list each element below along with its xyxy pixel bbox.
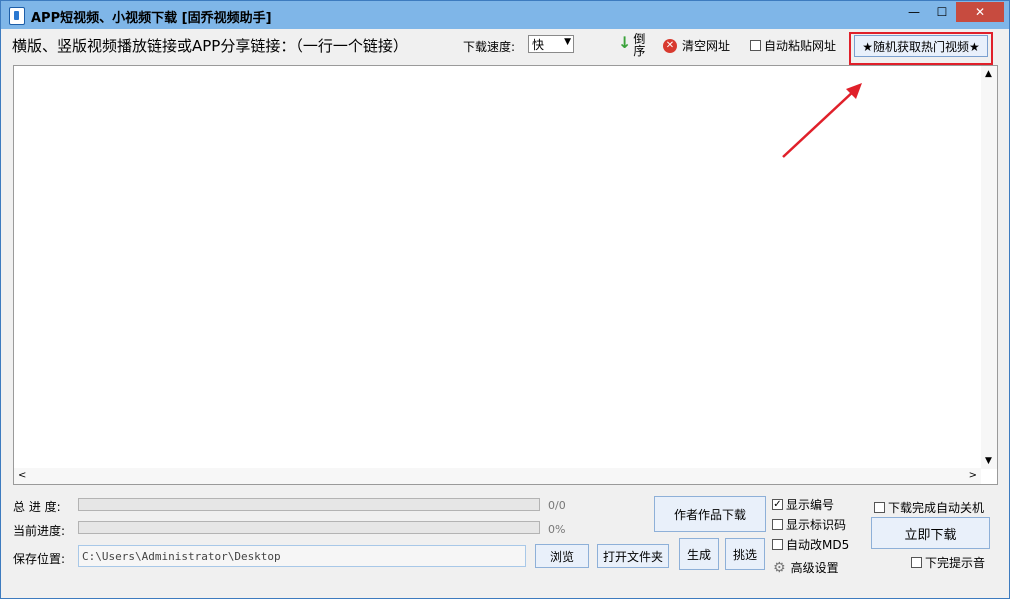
- browse-button[interactable]: 浏览: [535, 544, 589, 568]
- author-works-download-button[interactable]: 作者作品下载: [654, 496, 766, 532]
- app-icon: [9, 7, 25, 25]
- auto-shutdown-label: 下载完成自动关机: [888, 501, 985, 515]
- speed-select[interactable]: 快 ▼: [528, 35, 574, 53]
- random-hot-video-button[interactable]: ★随机获取热门视频★: [854, 35, 988, 57]
- current-progress-label: 当前进度:: [13, 524, 66, 538]
- close-icon: ✕: [974, 5, 986, 19]
- generate-button[interactable]: 生成: [679, 538, 719, 570]
- save-path-input[interactable]: C:\Users\Administrator\Desktop: [78, 545, 526, 567]
- autopaste-check-box: [750, 40, 761, 51]
- done-sound-check-box: [911, 557, 922, 568]
- speed-label: 下载速度:: [463, 40, 516, 54]
- current-progress-text: 0%: [548, 523, 566, 536]
- client-area: 横版、竖版视频播放链接或APP分享链接：（一行一个链接） 下载速度: 快 ▼ ↓…: [6, 29, 1004, 593]
- auto-md5-checkbox[interactable]: 自动改MD5: [772, 536, 849, 553]
- chevron-down-icon: ▼: [564, 37, 571, 47]
- open-folder-button[interactable]: 打开文件夹: [597, 544, 669, 568]
- pick-button[interactable]: 挑选: [725, 538, 765, 570]
- clear-urls-label: 清空网址: [682, 39, 731, 53]
- horizontal-scrollbar[interactable]: < >: [14, 468, 981, 484]
- total-progress-text: 0/0: [548, 499, 566, 512]
- save-location-label: 保存位置:: [13, 552, 66, 566]
- scroll-down-icon[interactable]: ▼: [985, 456, 992, 466]
- reverse-order-button[interactable]: ↓ 倒序: [618, 33, 645, 57]
- speed-value: 快: [532, 37, 545, 52]
- scroll-left-icon[interactable]: <: [18, 470, 26, 481]
- show-id-label: 显示标识码: [786, 518, 847, 532]
- clear-urls-button[interactable]: ✕ 清空网址: [663, 37, 730, 54]
- close-button[interactable]: ✕: [956, 2, 1004, 22]
- show-id-check-box: [772, 519, 783, 530]
- maximize-icon: ☐: [936, 5, 948, 19]
- down-arrow-icon: ↓: [618, 33, 632, 52]
- url-textarea[interactable]: ▲ ▼ < >: [13, 65, 998, 485]
- current-progress-bar: [78, 521, 540, 534]
- auto-md5-check-box: [772, 539, 783, 550]
- done-sound-checkbox[interactable]: 下完提示音: [911, 554, 985, 571]
- auto-shutdown-check-box: [874, 502, 885, 513]
- show-id-checkbox[interactable]: 显示标识码: [772, 516, 846, 533]
- auto-shutdown-checkbox[interactable]: 下载完成自动关机: [874, 499, 984, 516]
- scroll-up-icon[interactable]: ▲: [985, 69, 992, 79]
- scroll-right-icon[interactable]: >: [969, 470, 977, 481]
- app-window: APP短视频、小视频下载 [固乔视频助手] — ☐ ✕ 横版、竖版视频播放链接或…: [0, 0, 1010, 599]
- maximize-button[interactable]: ☐: [928, 2, 956, 22]
- title-bar[interactable]: APP短视频、小视频下载 [固乔视频助手] — ☐ ✕: [1, 1, 1009, 29]
- done-sound-label: 下完提示音: [925, 556, 986, 570]
- clear-icon: ✕: [663, 38, 677, 53]
- advanced-settings-button[interactable]: ⚙ 高级设置: [773, 559, 839, 576]
- reverse-order-label: 倒序: [633, 32, 646, 58]
- minimize-button[interactable]: —: [900, 2, 928, 22]
- links-label: 横版、竖版视频播放链接或APP分享链接：（一行一个链接）: [12, 37, 408, 55]
- window-title: APP短视频、小视频下载 [固乔视频助手]: [31, 11, 272, 26]
- gear-icon: ⚙: [773, 559, 786, 576]
- auto-md5-label: 自动改MD5: [786, 538, 850, 552]
- advanced-settings-label: 高级设置: [790, 561, 839, 575]
- total-progress-bar: [78, 498, 540, 511]
- show-number-checkbox[interactable]: ✓ 显示编号: [772, 496, 834, 513]
- show-number-label: 显示编号: [786, 498, 835, 512]
- minimize-icon: —: [908, 5, 920, 19]
- show-number-check-box: ✓: [772, 498, 783, 510]
- total-progress-label: 总 进 度:: [13, 500, 61, 514]
- download-now-button[interactable]: 立即下载: [871, 517, 990, 549]
- autopaste-label: 自动粘贴网址: [764, 39, 837, 53]
- vertical-scrollbar[interactable]: ▲ ▼: [981, 66, 997, 469]
- autopaste-checkbox[interactable]: 自动粘贴网址: [750, 37, 836, 54]
